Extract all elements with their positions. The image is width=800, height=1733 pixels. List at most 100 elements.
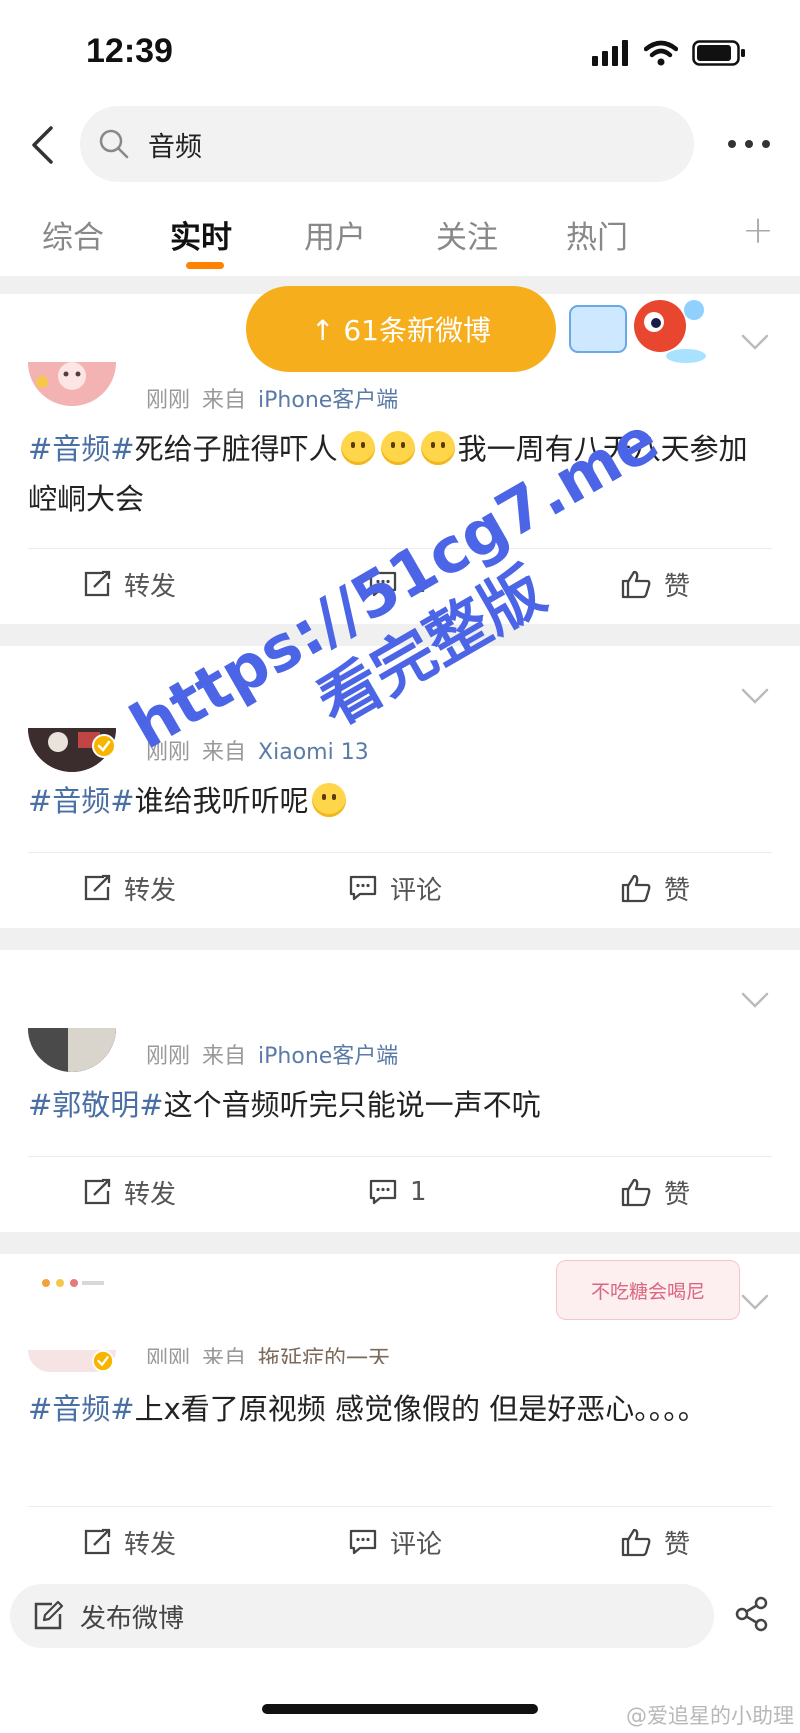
- tab-realtime[interactable]: 实时: [170, 212, 232, 257]
- festival-badge-image: [568, 292, 708, 368]
- thumbs-up-icon: [621, 1528, 651, 1557]
- hashtag-link[interactable]: #音频#: [28, 784, 135, 818]
- more-options-button[interactable]: [724, 124, 774, 164]
- hashtag-link[interactable]: #郭敬明#: [28, 1088, 164, 1122]
- comment-count: 1: [410, 569, 427, 599]
- share-icon[interactable]: [734, 1596, 770, 1632]
- post-text-part: 谁给我听听呢: [134, 784, 309, 818]
- smile-emoji-icon: [420, 431, 455, 465]
- like-button[interactable]: 赞: [620, 1512, 690, 1572]
- section-divider: [0, 928, 800, 950]
- post-source[interactable]: iPhone客户端: [258, 388, 398, 413]
- bottom-bar: 发布微博: [0, 1568, 800, 1668]
- smile-emoji-icon: [380, 431, 415, 465]
- like-button[interactable]: 赞: [620, 858, 690, 918]
- add-tab-button[interactable]: +: [742, 208, 774, 252]
- section-divider: [0, 1232, 800, 1254]
- like-button[interactable]: 赞: [620, 554, 690, 614]
- repost-icon: [84, 1528, 111, 1555]
- back-button[interactable]: [22, 120, 62, 170]
- status-bar: 12:39: [0, 0, 800, 100]
- post-actions: 转发 1 赞: [0, 1162, 800, 1222]
- compose-post-button[interactable]: 发布微博: [10, 1584, 714, 1648]
- post-time: 刚刚: [146, 740, 191, 765]
- search-header: 音频: [0, 100, 800, 190]
- divider: [28, 1506, 772, 1507]
- smile-emoji-icon: [340, 431, 375, 465]
- edit-icon: [34, 1600, 64, 1630]
- comment-button[interactable]: 评论: [348, 858, 442, 918]
- weibo-credit-watermark: @爱追星的小助理: [626, 1704, 794, 1728]
- repost-icon: [84, 874, 111, 901]
- repost-label: 转发: [124, 1179, 177, 1210]
- comment-icon: [369, 571, 397, 597]
- verified-badge-icon: [92, 1350, 114, 1372]
- post-meta: 刚刚 来自 Xiaomi 13: [146, 734, 369, 766]
- search-input[interactable]: 音频: [80, 106, 694, 182]
- chevron-down-icon[interactable]: [740, 686, 770, 706]
- chevron-down-icon[interactable]: [740, 332, 770, 352]
- post-actions: 转发 评论 赞: [0, 1512, 800, 1572]
- weibo-post: 不吃糖会喝尼 刚刚 来自 拖延症的一天 #音频#上x看了原视频 感觉像假的 但是好恶…: [0, 1254, 800, 1568]
- post-meta: 刚刚 来自 拖延症的一天: [146, 1342, 390, 1364]
- comment-label: 评论: [390, 1529, 443, 1560]
- chevron-down-icon[interactable]: [740, 990, 770, 1010]
- repost-button[interactable]: 转发: [82, 554, 176, 614]
- thumbs-up-icon: [621, 874, 651, 903]
- comment-count: 1: [410, 1177, 427, 1207]
- like-label: 赞: [664, 571, 691, 602]
- avatar[interactable]: [28, 362, 116, 406]
- hashtag-link[interactable]: #音频#: [28, 432, 135, 466]
- tab-users[interactable]: 用户: [304, 212, 366, 257]
- repost-label: 转发: [124, 1529, 177, 1560]
- thumbs-up-icon: [621, 570, 651, 599]
- comment-button[interactable]: 1: [368, 1162, 427, 1222]
- post-meta: 刚刚 来自 iPhone客户端: [146, 382, 398, 414]
- repost-icon: [84, 1178, 111, 1205]
- search-icon: [99, 129, 129, 159]
- post-actions: 转发 评论 赞: [0, 858, 800, 918]
- post-text-part: 上x看了原视频 感觉像假的 但是好恶心。。。。: [134, 1392, 707, 1426]
- search-query: 音频: [148, 131, 202, 163]
- divider: [28, 1156, 772, 1157]
- like-label: 赞: [664, 1529, 691, 1560]
- repost-button[interactable]: 转发: [82, 1162, 176, 1222]
- repost-button[interactable]: 转发: [82, 858, 176, 918]
- repost-label: 转发: [124, 571, 177, 602]
- tab-hot[interactable]: 热门: [566, 212, 628, 257]
- tab-following[interactable]: 关注: [436, 212, 498, 257]
- post-source[interactable]: 拖延症的一天: [258, 1347, 390, 1364]
- hashtag-link[interactable]: #音频#: [28, 1392, 135, 1426]
- post-source[interactable]: iPhone客户端: [258, 1044, 398, 1069]
- comment-icon: [369, 1179, 397, 1205]
- repost-button[interactable]: 转发: [82, 1512, 176, 1572]
- active-tab-indicator: [186, 262, 224, 269]
- comment-label: 评论: [390, 875, 443, 906]
- source-prefix: 来自: [202, 740, 247, 765]
- more-dots-icon: [728, 140, 770, 148]
- tab-comprehensive[interactable]: 综合: [42, 212, 104, 257]
- comment-button[interactable]: 评论: [348, 1512, 442, 1572]
- sticker-label: 不吃糖会喝尼: [556, 1260, 740, 1320]
- source-prefix: 来自: [202, 1044, 247, 1069]
- new-posts-notice[interactable]: ↑ 61条新微博: [246, 286, 556, 372]
- repost-icon: [84, 570, 111, 597]
- chevron-down-icon[interactable]: [740, 1292, 770, 1312]
- like-button[interactable]: 赞: [620, 1162, 690, 1222]
- section-divider: [0, 624, 800, 646]
- divider: [28, 852, 772, 853]
- source-prefix: 来自: [202, 388, 247, 413]
- post-text: #音频#死给子脏得吓人 我一周有八天八天参加崆峒大会: [28, 424, 772, 524]
- post-time: 刚刚: [146, 1044, 191, 1069]
- avatar[interactable]: [28, 1028, 116, 1072]
- like-label: 赞: [664, 1179, 691, 1210]
- post-source[interactable]: Xiaomi 13: [258, 740, 369, 765]
- home-indicator[interactable]: [262, 1704, 538, 1714]
- wifi-icon: [644, 40, 678, 66]
- divider: [28, 548, 772, 549]
- like-label: 赞: [664, 875, 691, 906]
- weibo-post: 刚刚 来自 Xiaomi 13 #音频#谁给我听听呢 转发 评论 赞: [0, 646, 800, 928]
- comment-button[interactable]: 1: [368, 554, 427, 614]
- post-text: #郭敬明#这个音频听完只能说一声不吭: [28, 1080, 772, 1130]
- status-time: 12:39: [86, 32, 173, 70]
